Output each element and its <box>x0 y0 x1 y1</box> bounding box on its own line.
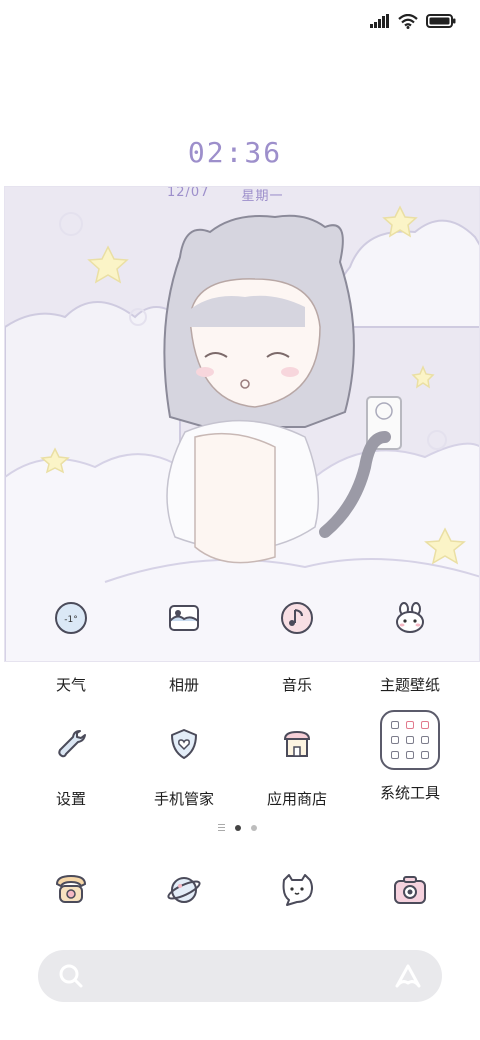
theme-icon <box>388 596 432 640</box>
app-system-tools-label: 系统工具 <box>379 784 440 802</box>
status-bar <box>370 10 456 32</box>
signal-icon <box>370 14 389 28</box>
app-settings[interactable]: 设置 <box>16 722 126 809</box>
app-weather[interactable]: -1° 天气 <box>16 596 126 695</box>
phone-icon[interactable] <box>51 870 91 910</box>
page-dot <box>251 824 257 831</box>
clock-date: 12/07 <box>167 186 210 200</box>
app-theme-label: 主题壁纸 <box>379 676 440 694</box>
battery-icon <box>426 14 456 28</box>
app-phone-manager[interactable]: 手机管家 <box>129 722 239 809</box>
wrench-icon <box>49 722 93 766</box>
app-phone-manager-label: 手机管家 <box>153 790 214 808</box>
svg-text:-1°: -1° <box>64 615 77 625</box>
browser-icon[interactable] <box>164 870 204 910</box>
search-bar[interactable] <box>38 950 442 1002</box>
app-theme[interactable]: 主题壁纸 <box>355 596 465 695</box>
app-music-label: 音乐 <box>281 676 312 694</box>
wallpaper: 12/07 星期一 <box>4 186 480 662</box>
search-icon[interactable] <box>58 963 84 989</box>
app-settings-label: 设置 <box>55 790 86 808</box>
tools-folder-icon <box>380 710 440 770</box>
assistant-icon[interactable] <box>394 963 422 989</box>
wallpaper-illustration <box>5 205 479 661</box>
app-store[interactable]: 应用商店 <box>242 722 352 809</box>
page-indicator[interactable] <box>218 824 257 831</box>
wifi-icon <box>398 13 418 29</box>
page-dot-active <box>235 824 241 831</box>
app-folder-system-tools[interactable]: 系统工具 <box>355 710 465 803</box>
messages-icon[interactable] <box>277 870 317 910</box>
app-gallery-label: 相册 <box>168 676 199 694</box>
clock-weekday: 星期一 <box>241 189 284 204</box>
app-weather-label: 天气 <box>55 676 86 694</box>
clock-time[interactable]: 02:36 <box>0 136 470 169</box>
menu-lines-icon <box>218 824 225 831</box>
weather-icon: -1° <box>49 596 93 640</box>
app-music[interactable]: 音乐 <box>242 596 352 695</box>
music-icon <box>275 596 319 640</box>
store-icon <box>275 722 319 766</box>
app-store-label: 应用商店 <box>266 790 327 808</box>
camera-icon[interactable] <box>390 870 430 910</box>
date-row: 12/07 星期一 <box>167 186 284 204</box>
gallery-icon <box>162 596 206 640</box>
shield-icon <box>162 722 206 766</box>
app-gallery[interactable]: 相册 <box>129 596 239 695</box>
